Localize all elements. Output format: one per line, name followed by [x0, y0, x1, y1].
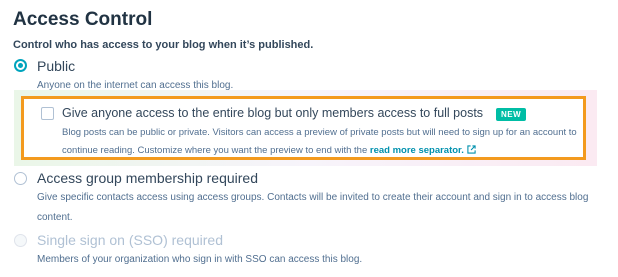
radio-public[interactable]	[14, 59, 27, 72]
radio-access-group[interactable]	[14, 172, 27, 185]
option-sso-description: Members of your organization who sign in…	[37, 254, 363, 265]
external-link-icon[interactable]	[467, 143, 476, 161]
members-preview-description-text: Blog posts can be public or private. Vis…	[62, 127, 577, 156]
members-preview-panel: Give anyone access to the entire blog bu…	[21, 96, 586, 160]
members-preview-checkbox[interactable]	[41, 107, 54, 120]
option-access-group-description: Give specific contacts access using acce…	[37, 192, 589, 223]
radio-sso	[14, 234, 27, 247]
read-more-separator-link[interactable]: read more separator.	[370, 145, 464, 156]
page-title: Access Control	[13, 9, 153, 30]
option-public-label[interactable]: Public	[37, 58, 75, 74]
option-access-group-label[interactable]: Access group membership required	[37, 170, 258, 186]
new-badge: NEW	[496, 108, 527, 121]
option-sso-label: Single sign on (SSO) required	[37, 232, 223, 248]
members-preview-label[interactable]: Give anyone access to the entire blog bu…	[62, 106, 483, 120]
members-preview-description: Blog posts can be public or private. Vis…	[62, 124, 582, 161]
page-subtitle: Control who has access to your blog when…	[13, 39, 314, 51]
